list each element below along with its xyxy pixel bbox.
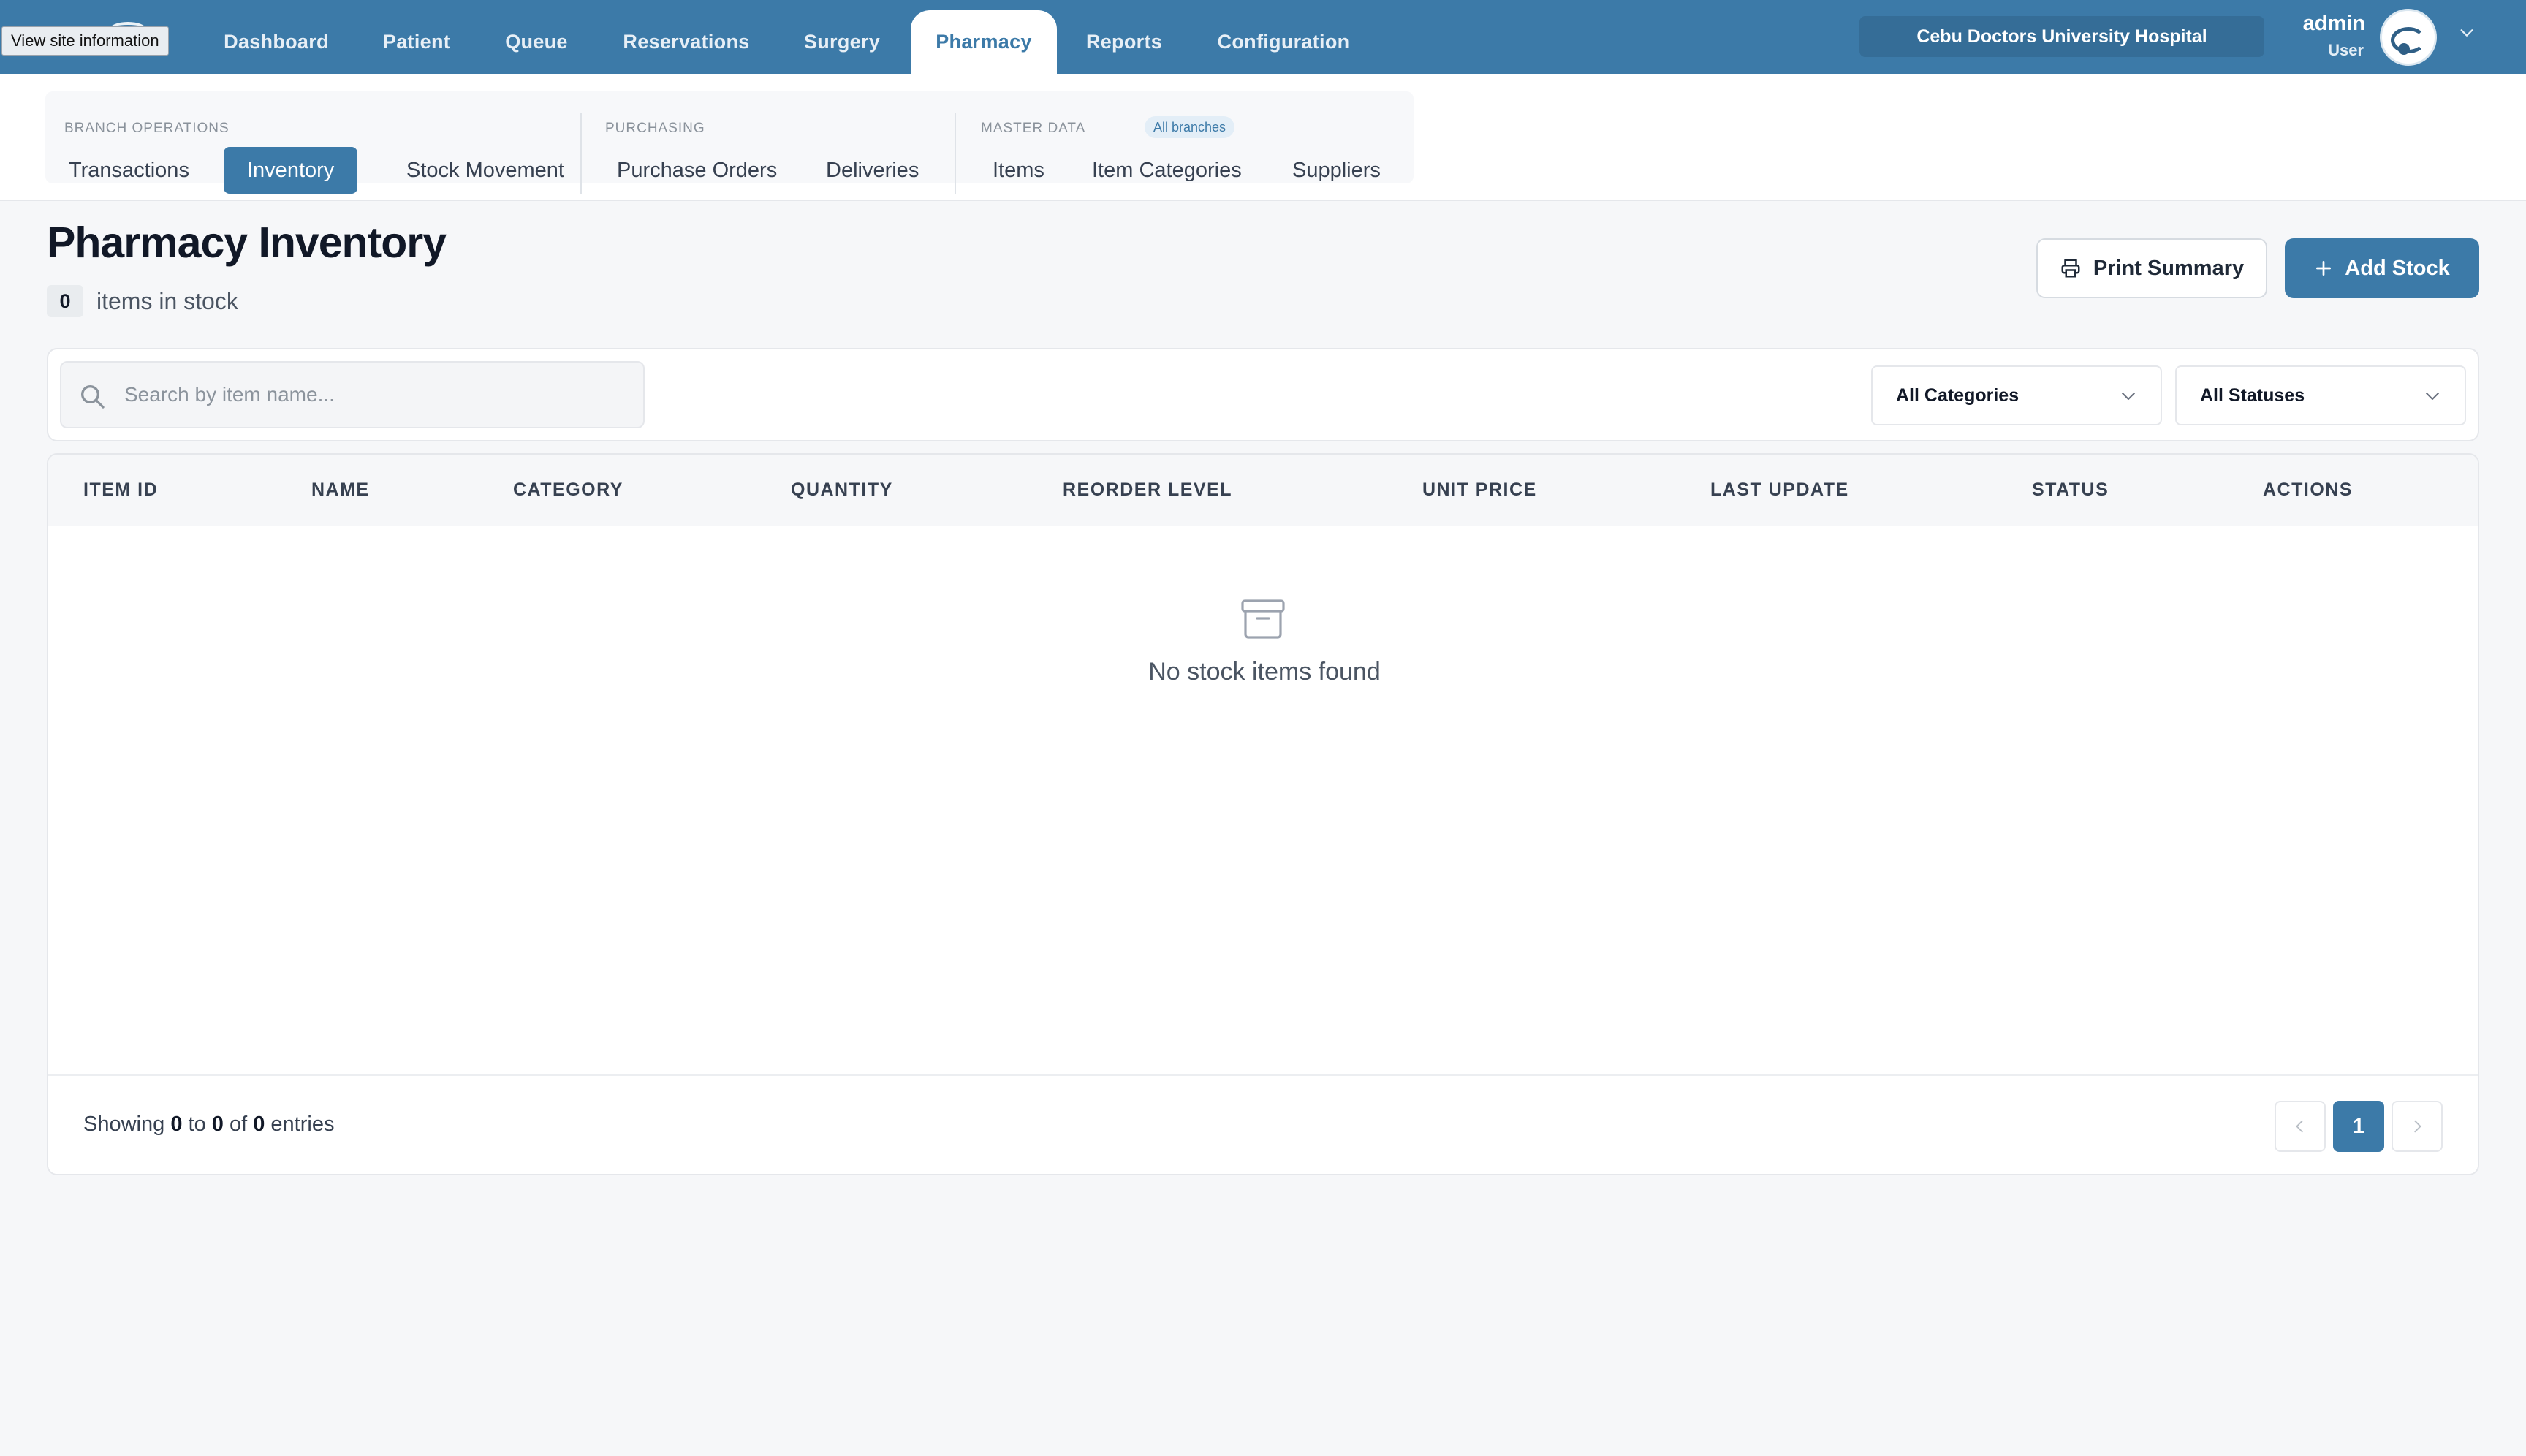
filter-bar: All Categories All Statuses	[47, 348, 2479, 441]
nav-surgery[interactable]: Surgery	[786, 10, 898, 74]
pagination-summary: Showing 0 to 0 of 0 entries	[83, 1112, 335, 1136]
column-header-actions: ACTIONS	[2263, 479, 2353, 500]
subnav-stock-movement[interactable]: Stock Movement	[383, 147, 588, 194]
chevron-down-icon	[2122, 393, 2135, 400]
app-window: View site information Dashboard Patient …	[0, 0, 2526, 1456]
inventory-table: ITEM ID NAME CATEGORY QUANTITY REORDER L…	[47, 453, 2479, 1175]
category-filter-value: All Categories	[1896, 385, 2019, 406]
group-divider	[955, 113, 956, 194]
table-footer: Showing 0 to 0 of 0 entries 1	[48, 1074, 2478, 1174]
page-title: Pharmacy Inventory	[47, 219, 447, 267]
add-stock-label: Add Stock	[2345, 256, 2450, 280]
column-header-unit-price[interactable]: UNIT PRICE	[1422, 479, 1537, 501]
nav-reservations[interactable]: Reservations	[604, 10, 769, 74]
plus-icon	[2316, 260, 2332, 276]
group-label-master-data: MASTER DATA	[981, 121, 1086, 136]
page-1-button[interactable]: 1	[2333, 1101, 2384, 1152]
search-icon	[81, 385, 105, 409]
archive-box-icon	[1241, 599, 1285, 639]
print-summary-button[interactable]: Print Summary	[2036, 238, 2267, 298]
search-box	[60, 361, 645, 428]
add-stock-button[interactable]: Add Stock	[2285, 238, 2479, 298]
nav-dashboard[interactable]: Dashboard	[205, 10, 348, 74]
column-header-category[interactable]: CATEGORY	[513, 479, 623, 501]
column-header-item-id[interactable]: ITEM ID	[83, 479, 158, 501]
group-label-purchasing: PURCHASING	[605, 121, 705, 136]
site-info-tooltip: View site information	[1, 26, 169, 56]
subnav-transactions[interactable]: Transactions	[45, 147, 213, 194]
chevron-right-icon	[2414, 1120, 2421, 1133]
column-header-reorder-level[interactable]: REORDER LEVEL	[1063, 479, 1232, 501]
hospital-selector[interactable]: Cebu Doctors University Hospital	[1859, 16, 2264, 57]
next-page-button[interactable]	[2392, 1101, 2443, 1152]
status-filter-select[interactable]: All Statuses	[2175, 365, 2466, 425]
subnav-suppliers[interactable]: Suppliers	[1269, 147, 1404, 194]
top-navbar: View site information Dashboard Patient …	[0, 0, 2526, 74]
all-branches-badge: All branches	[1145, 116, 1235, 138]
nav-configuration[interactable]: Configuration	[1194, 10, 1373, 74]
empty-state-text: No stock items found	[1148, 658, 1381, 686]
user-name: admin	[2302, 12, 2365, 35]
column-header-name[interactable]: NAME	[311, 479, 370, 501]
group-divider	[580, 113, 582, 194]
sub-navbar: BRANCH OPERATIONS Transactions Inventory…	[0, 74, 2526, 201]
group-label-branch-operations: BRANCH OPERATIONS	[64, 121, 230, 136]
printer-icon	[2061, 259, 2080, 278]
item-count-badge: 0	[47, 285, 83, 317]
nav-queue[interactable]: Queue	[485, 10, 588, 74]
table-header: ITEM ID NAME CATEGORY QUANTITY REORDER L…	[48, 455, 2478, 526]
previous-page-button[interactable]	[2275, 1101, 2326, 1152]
subnav-item-categories[interactable]: Item Categories	[1069, 147, 1265, 194]
nav-reports[interactable]: Reports	[1072, 10, 1177, 74]
subnav-purchase-orders[interactable]: Purchase Orders	[593, 147, 800, 194]
nav-patient[interactable]: Patient	[365, 10, 468, 74]
subnav-items[interactable]: Items	[969, 147, 1068, 194]
column-header-last-update[interactable]: LAST UPDATE	[1710, 479, 1849, 501]
item-count-label: items in stock	[96, 288, 238, 314]
avatar[interactable]	[2380, 9, 2437, 66]
column-header-quantity[interactable]: QUANTITY	[791, 479, 893, 501]
category-filter-select[interactable]: All Categories	[1871, 365, 2162, 425]
subnav-inventory[interactable]: Inventory	[224, 147, 358, 194]
search-input[interactable]	[124, 364, 629, 425]
chevron-left-icon	[2296, 1120, 2303, 1133]
nav-pharmacy[interactable]: Pharmacy	[911, 10, 1057, 74]
subnav-deliveries[interactable]: Deliveries	[803, 147, 942, 194]
column-header-status[interactable]: STATUS	[2032, 479, 2109, 501]
status-filter-value: All Statuses	[2200, 385, 2305, 406]
chevron-down-icon[interactable]	[2459, 25, 2475, 41]
subnav-groups: BRANCH OPERATIONS Transactions Inventory…	[45, 91, 1414, 194]
chevron-down-icon	[2426, 393, 2439, 400]
print-summary-label: Print Summary	[2093, 256, 2245, 280]
user-role: User	[2328, 41, 2364, 59]
